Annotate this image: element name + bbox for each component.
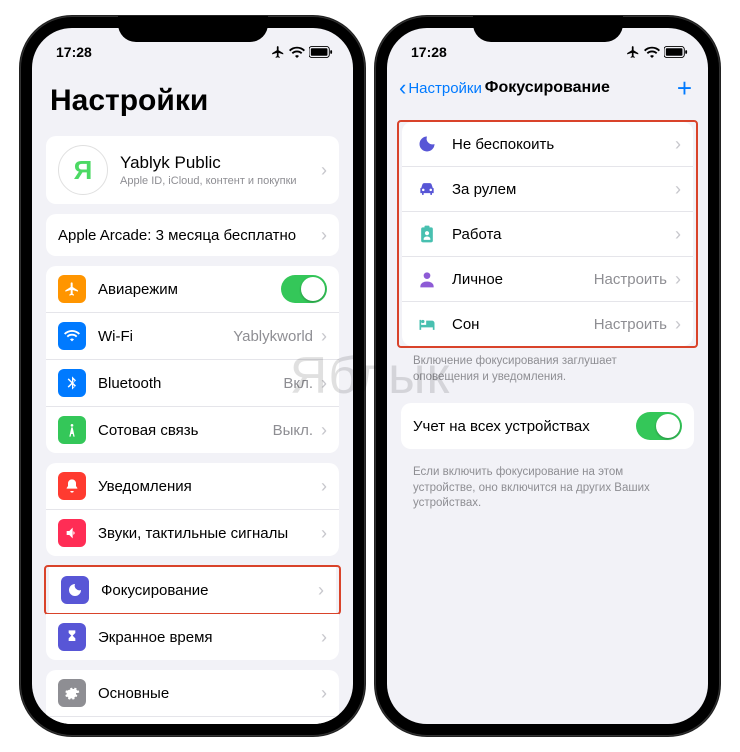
notch (118, 16, 268, 42)
phone-settings: 17:28 Настройки Я Yablyk Public Apple ID… (20, 16, 365, 736)
chevron-right-icon: › (321, 627, 327, 648)
general-row[interactable]: Основные › (46, 670, 339, 717)
wifi-icon (289, 46, 305, 58)
notifications-row[interactable]: Уведомления › (46, 463, 339, 510)
airplane-mode-row[interactable]: Авиарежим (46, 266, 339, 313)
chevron-right-icon: › (318, 580, 324, 601)
wifi-icon (644, 46, 660, 58)
sounds-row[interactable]: Звуки, тактильные сигналы › (46, 510, 339, 556)
bed-icon (414, 311, 440, 337)
speaker-icon (58, 519, 86, 547)
chevron-right-icon: › (321, 476, 327, 497)
badge-icon (414, 221, 440, 247)
wifi-row[interactable]: Wi-Fi Yablykworld › (46, 313, 339, 360)
apple-id-sub: Apple ID, iCloud, контент и покупки (120, 175, 317, 187)
avatar: Я (58, 145, 108, 195)
car-icon (414, 176, 440, 202)
chevron-right-icon: › (675, 224, 681, 245)
back-button[interactable]: ‹ Настройки (399, 77, 482, 99)
focus-mode-personal[interactable]: Личное Настроить › (402, 257, 693, 302)
moon-icon (61, 576, 89, 604)
notch (473, 16, 623, 42)
chevron-right-icon: › (675, 134, 681, 155)
bluetooth-value: Вкл. (283, 375, 313, 392)
control-center-row[interactable]: Пункт управления › (46, 717, 339, 724)
gear-icon (58, 679, 86, 707)
add-button[interactable]: + (673, 73, 696, 104)
airplane-icon (271, 45, 285, 59)
focus-mode-work[interactable]: Работа › (402, 212, 693, 257)
chevron-left-icon: ‹ (399, 77, 406, 99)
focus-footer-2: Если включить фокусирование на этом устр… (387, 459, 708, 516)
person-icon (414, 266, 440, 292)
phone-focus: 17:28 ‹ Настройки Фокусирование + Не бес… (375, 16, 720, 736)
arcade-promo-row[interactable]: Apple Arcade: 3 месяца бесплатно › (46, 214, 339, 256)
chevron-right-icon: › (321, 683, 327, 704)
share-across-devices-row[interactable]: Учет на всех устройствах (401, 403, 694, 449)
wifi-icon (58, 322, 86, 350)
share-switch[interactable] (636, 412, 682, 440)
bluetooth-icon (58, 369, 86, 397)
chevron-right-icon: › (321, 326, 327, 347)
bluetooth-row[interactable]: Bluetooth Вкл. › (46, 360, 339, 407)
status-time: 17:28 (56, 44, 92, 60)
status-time: 17:28 (411, 44, 447, 60)
chevron-right-icon: › (321, 225, 327, 246)
focus-mode-dnd[interactable]: Не беспокоить › (402, 122, 693, 167)
sleep-value: Настроить (594, 316, 667, 333)
hourglass-icon (58, 623, 86, 651)
chevron-right-icon: › (675, 269, 681, 290)
chevron-right-icon: › (675, 179, 681, 200)
wifi-value: Yablykworld (233, 328, 313, 345)
chevron-right-icon: › (321, 160, 327, 181)
focus-mode-driving[interactable]: За рулем › (402, 167, 693, 212)
chevron-right-icon: › (321, 523, 327, 544)
airplane-switch[interactable] (281, 275, 327, 303)
personal-value: Настроить (594, 271, 667, 288)
focus-mode-sleep[interactable]: Сон Настроить › (402, 302, 693, 346)
screentime-row[interactable]: Экранное время › (46, 614, 339, 660)
chevron-right-icon: › (321, 420, 327, 441)
airplane-icon (58, 275, 86, 303)
cellular-row[interactable]: Сотовая связь Выкл. › (46, 407, 339, 453)
chevron-right-icon: › (321, 373, 327, 394)
battery-icon (664, 46, 688, 58)
page-title: Настройки (50, 84, 335, 118)
focus-row[interactable]: Фокусирование › (49, 567, 336, 613)
bell-icon (58, 472, 86, 500)
airplane-icon (626, 45, 640, 59)
apple-id-row[interactable]: Я Yablyk Public Apple ID, iCloud, контен… (46, 136, 339, 204)
apple-id-name: Yablyk Public (120, 153, 317, 173)
antenna-icon (58, 416, 86, 444)
focus-footer-1: Включение фокусирования заглушает оповещ… (387, 348, 708, 389)
moon-icon (414, 131, 440, 157)
battery-icon (309, 46, 333, 58)
chevron-right-icon: › (675, 314, 681, 335)
cellular-value: Выкл. (273, 422, 313, 439)
